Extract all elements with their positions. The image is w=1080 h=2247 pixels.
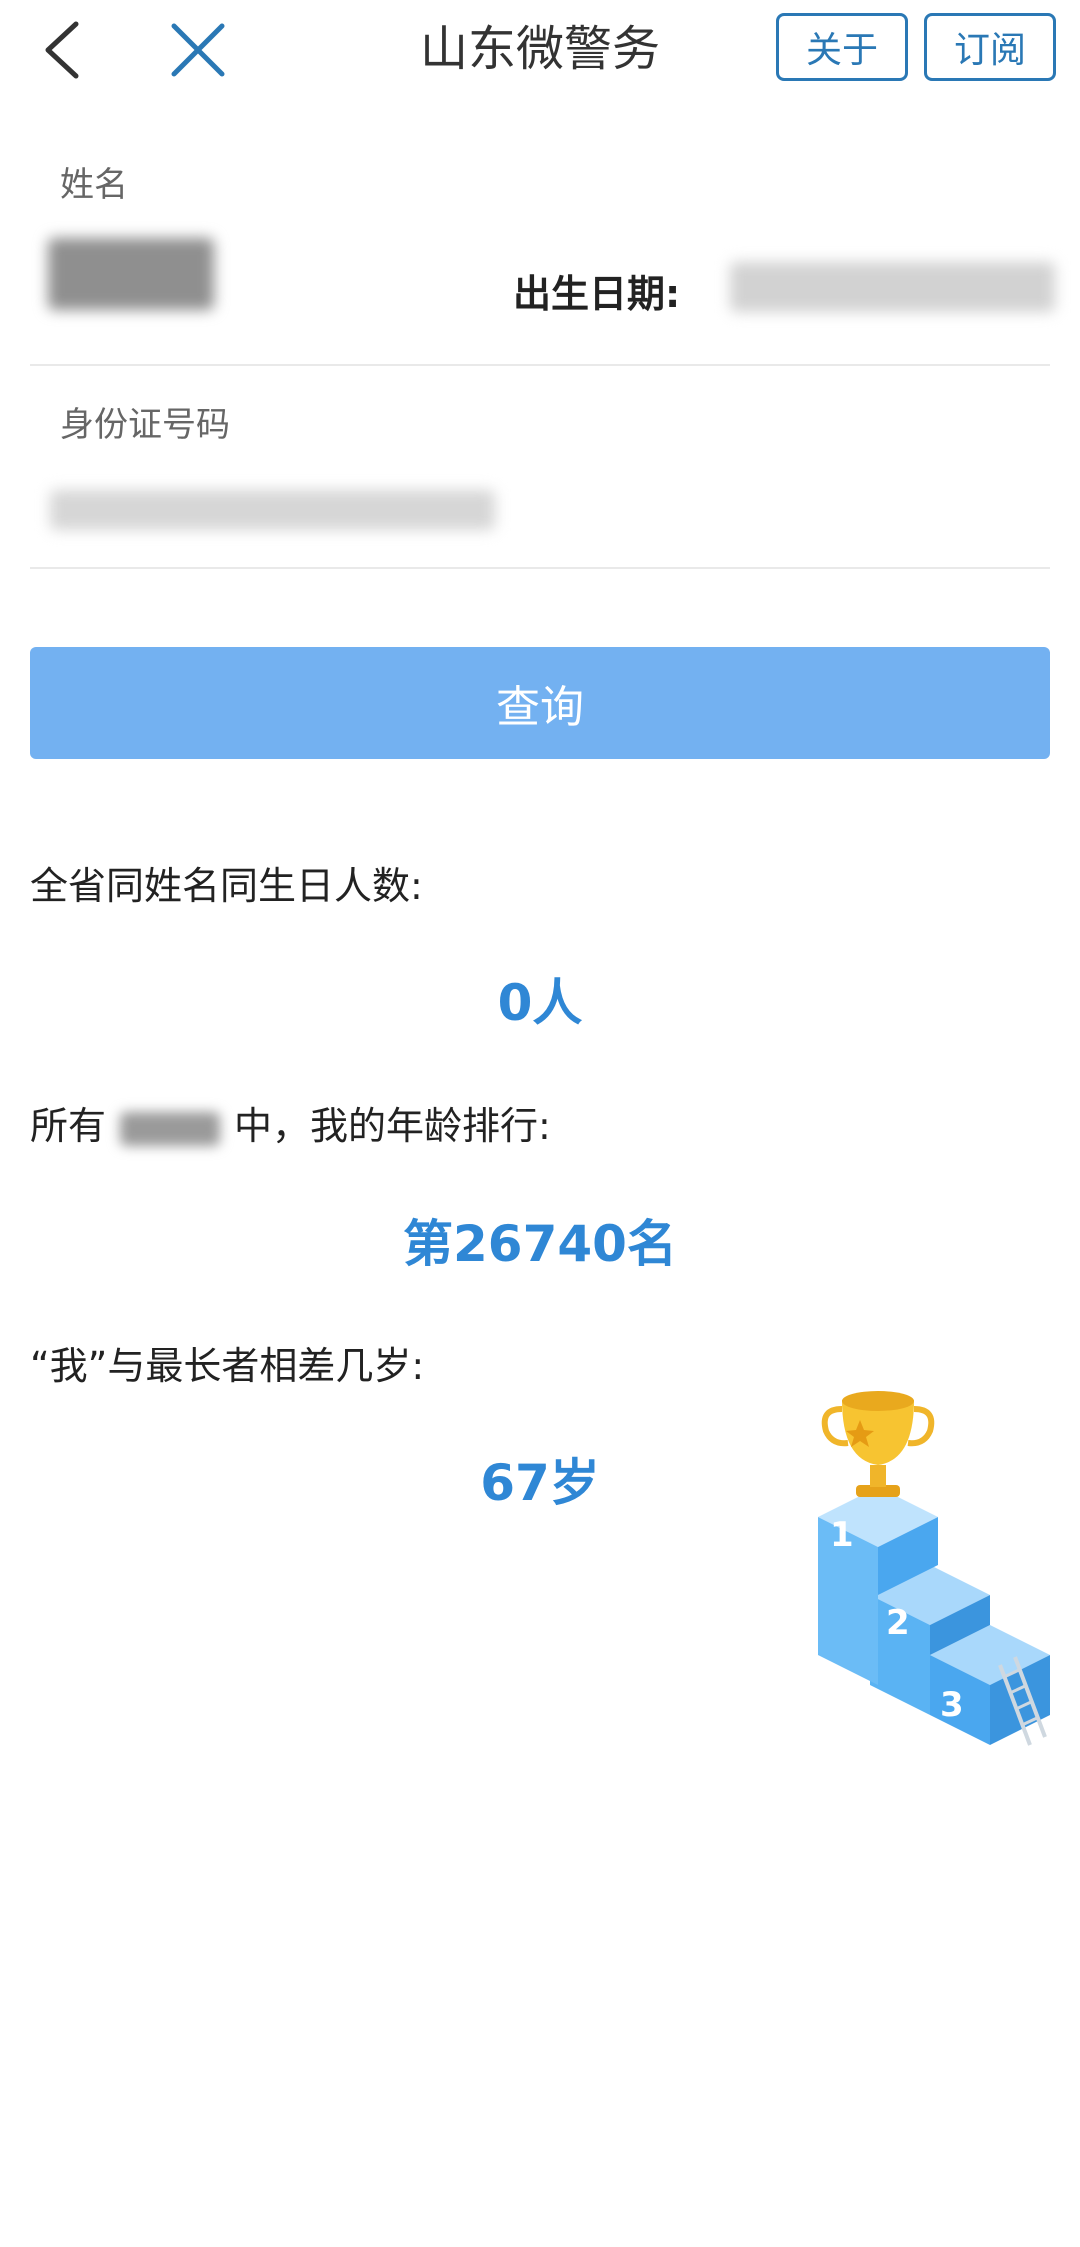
podium-number-1: 1 (830, 1515, 854, 1555)
birth-date-value-redacted (730, 262, 1055, 312)
divider (30, 567, 1050, 569)
id-number-label: 身份证号码 (60, 405, 230, 445)
same-count-value: 0人 (497, 974, 583, 1032)
divider (30, 364, 1050, 366)
rank-label: 所有 中，我的年龄排行: (30, 1095, 551, 1150)
query-button[interactable]: 查询 (30, 647, 1050, 759)
podium-graphic (818, 1391, 1050, 1746)
chevron-left-icon[interactable] (38, 18, 88, 82)
same-count-label: 全省同姓名同生日人数: (30, 864, 423, 908)
close-icon[interactable] (168, 20, 228, 80)
podium-illustration: 1 2 3 (800, 1385, 1060, 1755)
name-label: 姓名 (60, 165, 128, 205)
podium-number-3: 3 (940, 1685, 964, 1725)
about-button[interactable]: 关于 (776, 13, 908, 81)
name-field-redacted[interactable] (48, 238, 214, 310)
birth-date-label: 出生日期: (513, 272, 681, 316)
rank-label-suffix: 中，我的年龄排行: (234, 1104, 551, 1148)
rank-value: 第26740名 (403, 1215, 677, 1273)
id-number-field-redacted[interactable] (50, 490, 495, 530)
page-title: 山东微警务 (419, 21, 660, 77)
subscribe-button[interactable]: 订阅 (924, 13, 1056, 81)
rank-label-prefix: 所有 (30, 1104, 107, 1148)
age-diff-label: “我”与最长者相差几岁: (30, 1344, 425, 1388)
podium-number-2: 2 (886, 1603, 910, 1643)
redacted-name (120, 1111, 221, 1146)
